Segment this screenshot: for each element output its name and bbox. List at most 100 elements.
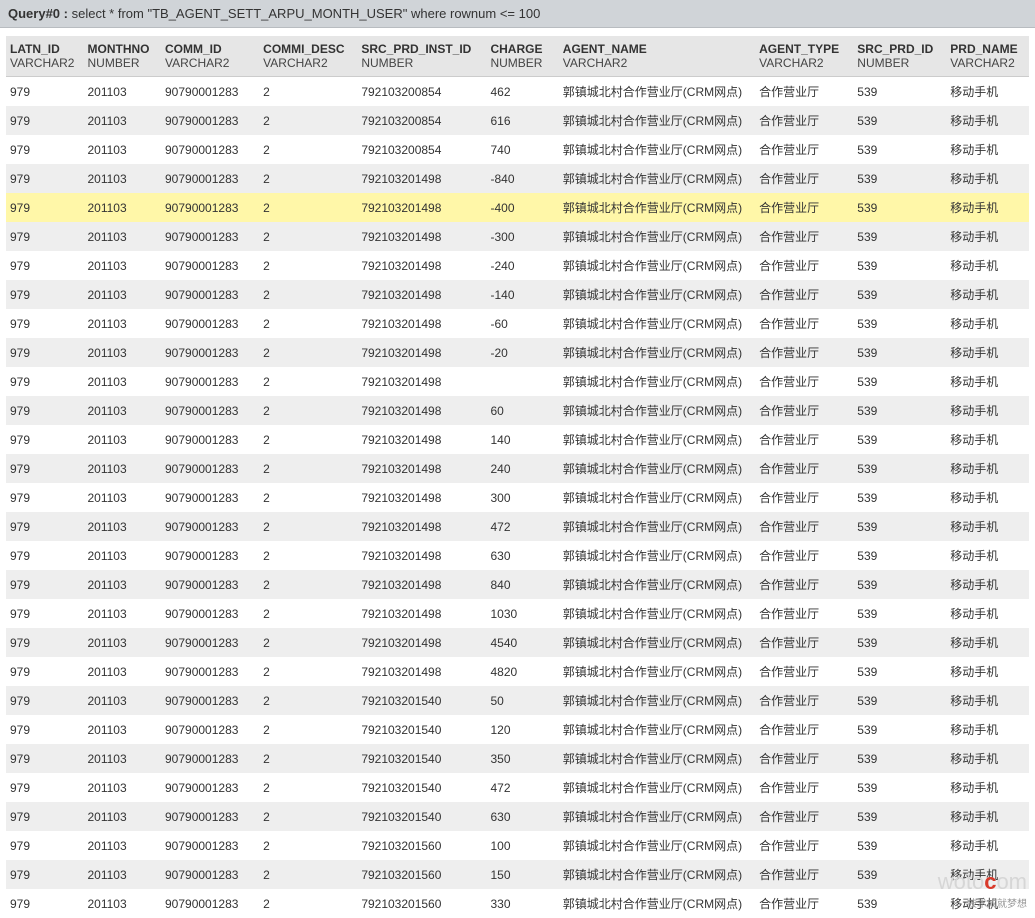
cell-agent_name: 郭镇城北村合作营业厅(CRM网点) <box>559 889 755 918</box>
table-row[interactable]: 979201103907900012832792103201560100郭镇城北… <box>6 831 1029 860</box>
table-row[interactable]: 979201103907900012832792103201498840郭镇城北… <box>6 570 1029 599</box>
cell-agent_name: 郭镇城北村合作营业厅(CRM网点) <box>559 744 755 773</box>
column-header[interactable]: SRC_PRD_IDNUMBER <box>853 36 946 77</box>
cell-commi_desc: 2 <box>259 222 357 251</box>
table-row[interactable]: 979201103907900012832792103201540630郭镇城北… <box>6 802 1029 831</box>
cell-src_prd_id: 539 <box>853 396 946 425</box>
cell-agent_type: 合作营业厅 <box>755 831 853 860</box>
table-row[interactable]: 979201103907900012832792103201498140郭镇城北… <box>6 425 1029 454</box>
column-header[interactable]: CHARGENUMBER <box>486 36 558 77</box>
cell-latn_id: 979 <box>6 164 84 193</box>
column-header[interactable]: SRC_PRD_INST_IDNUMBER <box>357 36 486 77</box>
table-row[interactable]: 979201103907900012832792103201540120郭镇城北… <box>6 715 1029 744</box>
cell-comm_id: 90790001283 <box>161 454 259 483</box>
column-header[interactable]: COMMI_DESCVARCHAR2 <box>259 36 357 77</box>
cell-prd_name: 移动手机 <box>946 802 1029 831</box>
cell-latn_id: 979 <box>6 483 84 512</box>
cell-prd_name: 移动手机 <box>946 715 1029 744</box>
table-row[interactable]: 979201103907900012832792103201498-400郭镇城… <box>6 193 1029 222</box>
cell-latn_id: 979 <box>6 541 84 570</box>
table-row[interactable]: 9792011039079000128327921032014981030郭镇城… <box>6 599 1029 628</box>
column-type: VARCHAR2 <box>759 56 849 70</box>
table-row[interactable]: 9792011039079000128327921032014984540郭镇城… <box>6 628 1029 657</box>
cell-commi_desc: 2 <box>259 657 357 686</box>
cell-commi_desc: 2 <box>259 599 357 628</box>
cell-comm_id: 90790001283 <box>161 686 259 715</box>
cell-src_prd_id: 539 <box>853 222 946 251</box>
cell-agent_name: 郭镇城北村合作营业厅(CRM网点) <box>559 483 755 512</box>
cell-latn_id: 979 <box>6 425 84 454</box>
cell-src: 792103201498 <box>357 251 486 280</box>
table-row[interactable]: 979201103907900012832792103201540350郭镇城北… <box>6 744 1029 773</box>
cell-agent_type: 合作营业厅 <box>755 135 853 164</box>
table-row[interactable]: 979201103907900012832792103201498-20郭镇城北… <box>6 338 1029 367</box>
table-row[interactable]: 979201103907900012832792103200854616郭镇城北… <box>6 106 1029 135</box>
cell-agent_type: 合作营业厅 <box>755 773 853 802</box>
cell-commi_desc: 2 <box>259 164 357 193</box>
cell-prd_name: 移动手机 <box>946 483 1029 512</box>
cell-monthno: 201103 <box>84 715 162 744</box>
table-row[interactable]: 979201103907900012832792103201498-300郭镇城… <box>6 222 1029 251</box>
cell-src_prd_id: 539 <box>853 744 946 773</box>
table-row[interactable]: 979201103907900012832792103201560150郭镇城北… <box>6 860 1029 889</box>
cell-monthno: 201103 <box>84 454 162 483</box>
table-row[interactable]: 979201103907900012832792103201498240郭镇城北… <box>6 454 1029 483</box>
column-name: CHARGE <box>490 42 554 56</box>
cell-src_prd_id: 539 <box>853 193 946 222</box>
table-row[interactable]: 979201103907900012832792103200854740郭镇城北… <box>6 135 1029 164</box>
cell-src: 792103200854 <box>357 106 486 135</box>
cell-agent_type: 合作营业厅 <box>755 483 853 512</box>
table-row[interactable]: 979201103907900012832792103200854462郭镇城北… <box>6 77 1029 107</box>
cell-src: 792103200854 <box>357 135 486 164</box>
cell-charge: 150 <box>486 860 558 889</box>
table-row[interactable]: 979201103907900012832792103201560330郭镇城北… <box>6 889 1029 918</box>
column-header[interactable]: AGENT_TYPEVARCHAR2 <box>755 36 853 77</box>
cell-latn_id: 979 <box>6 135 84 164</box>
cell-agent_type: 合作营业厅 <box>755 280 853 309</box>
column-header[interactable]: PRD_NAMEVARCHAR2 <box>946 36 1029 77</box>
cell-src_prd_id: 539 <box>853 657 946 686</box>
cell-comm_id: 90790001283 <box>161 628 259 657</box>
cell-latn_id: 979 <box>6 831 84 860</box>
cell-monthno: 201103 <box>84 396 162 425</box>
column-header[interactable]: COMM_IDVARCHAR2 <box>161 36 259 77</box>
cell-src_prd_id: 539 <box>853 686 946 715</box>
cell-charge: 100 <box>486 831 558 860</box>
cell-latn_id: 979 <box>6 512 84 541</box>
table-row[interactable]: 979201103907900012832792103201498630郭镇城北… <box>6 541 1029 570</box>
table-row[interactable]: 979201103907900012832792103201498-60郭镇城北… <box>6 309 1029 338</box>
cell-src: 792103201498 <box>357 657 486 686</box>
cell-latn_id: 979 <box>6 715 84 744</box>
cell-latn_id: 979 <box>6 454 84 483</box>
cell-latn_id: 979 <box>6 77 84 107</box>
cell-src_prd_id: 539 <box>853 715 946 744</box>
column-name: SRC_PRD_INST_ID <box>361 42 482 56</box>
column-header[interactable]: LATN_IDVARCHAR2 <box>6 36 84 77</box>
table-row[interactable]: 979201103907900012832792103201498郭镇城北村合作… <box>6 367 1029 396</box>
cell-src: 792103201498 <box>357 483 486 512</box>
cell-prd_name: 移动手机 <box>946 831 1029 860</box>
table-row[interactable]: 9792011039079000128327921032014984820郭镇城… <box>6 657 1029 686</box>
column-header[interactable]: AGENT_NAMEVARCHAR2 <box>559 36 755 77</box>
table-row[interactable]: 979201103907900012832792103201498-840郭镇城… <box>6 164 1029 193</box>
table-row[interactable]: 979201103907900012832792103201498300郭镇城北… <box>6 483 1029 512</box>
cell-latn_id: 979 <box>6 367 84 396</box>
cell-prd_name: 移动手机 <box>946 280 1029 309</box>
table-row[interactable]: 979201103907900012832792103201498-140郭镇城… <box>6 280 1029 309</box>
cell-src: 792103201498 <box>357 454 486 483</box>
column-header[interactable]: MONTHNONUMBER <box>84 36 162 77</box>
cell-prd_name: 移动手机 <box>946 541 1029 570</box>
cell-src: 792103201540 <box>357 686 486 715</box>
column-name: COMMI_DESC <box>263 42 353 56</box>
cell-comm_id: 90790001283 <box>161 77 259 107</box>
table-row[interactable]: 979201103907900012832792103201540472郭镇城北… <box>6 773 1029 802</box>
table-row[interactable]: 979201103907900012832792103201498472郭镇城北… <box>6 512 1029 541</box>
table-row[interactable]: 979201103907900012832792103201498-240郭镇城… <box>6 251 1029 280</box>
cell-agent_name: 郭镇城北村合作营业厅(CRM网点) <box>559 686 755 715</box>
table-row[interactable]: 97920110390790001283279210320154050郭镇城北村… <box>6 686 1029 715</box>
table-row[interactable]: 97920110390790001283279210320149860郭镇城北村… <box>6 396 1029 425</box>
cell-src: 792103201498 <box>357 222 486 251</box>
cell-agent_type: 合作营业厅 <box>755 367 853 396</box>
cell-charge: 472 <box>486 773 558 802</box>
cell-agent_type: 合作营业厅 <box>755 889 853 918</box>
